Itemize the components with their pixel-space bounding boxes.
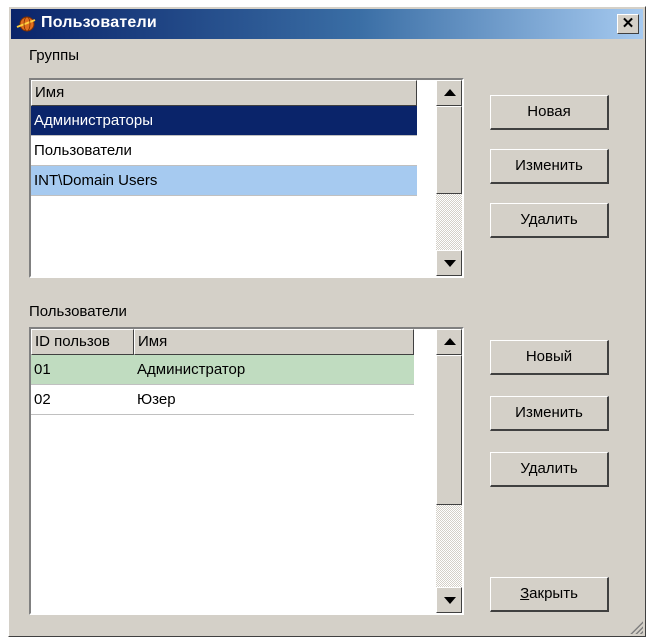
table-row[interactable]: 01 Администратор bbox=[31, 355, 414, 385]
close-icon[interactable]: ✕ bbox=[617, 14, 639, 34]
users-header: ID пользов Имя bbox=[31, 329, 414, 355]
users-scrollbar[interactable] bbox=[436, 329, 462, 613]
close-button[interactable]: Закрыть bbox=[490, 577, 609, 612]
users-list[interactable]: ID пользов Имя 01 Администратор 02 Юзер bbox=[29, 327, 464, 615]
edit-group-button[interactable]: Изменить bbox=[490, 149, 609, 184]
edit-user-button[interactable]: Изменить bbox=[490, 396, 609, 431]
scroll-thumb[interactable] bbox=[436, 106, 462, 194]
users-header-name[interactable]: Имя bbox=[134, 329, 414, 355]
close-label: акрыть bbox=[529, 585, 578, 602]
users-label: Пользователи bbox=[29, 303, 127, 320]
table-row[interactable]: 02 Юзер bbox=[31, 385, 414, 415]
scroll-down-icon[interactable] bbox=[436, 250, 462, 276]
scroll-up-icon[interactable] bbox=[436, 80, 462, 106]
users-dialog: Пользователи ✕ Группы Имя Администраторы… bbox=[8, 6, 646, 637]
close-accel-key: З bbox=[520, 585, 530, 602]
groups-header: Имя bbox=[31, 80, 417, 106]
delete-user-button[interactable]: Удалить bbox=[490, 452, 609, 487]
groups-label: Группы bbox=[29, 47, 79, 64]
groups-list[interactable]: Имя Администраторы Пользователи INT\Doma… bbox=[29, 78, 464, 278]
scroll-down-icon[interactable] bbox=[436, 587, 462, 613]
window-title: Пользователи bbox=[41, 14, 157, 31]
delete-group-button[interactable]: Удалить bbox=[490, 203, 609, 238]
resize-grip-icon[interactable] bbox=[629, 620, 643, 634]
title-bar[interactable]: Пользователи ✕ bbox=[11, 9, 643, 39]
list-item[interactable]: Пользователи bbox=[31, 136, 417, 166]
new-user-button[interactable]: Новый bbox=[490, 340, 609, 375]
app-globe-icon bbox=[16, 16, 36, 32]
list-item[interactable]: Администраторы bbox=[31, 106, 417, 136]
list-item[interactable]: INT\Domain Users bbox=[31, 166, 417, 196]
groups-scrollbar[interactable] bbox=[436, 80, 462, 276]
scroll-up-icon[interactable] bbox=[436, 329, 462, 355]
users-header-id[interactable]: ID пользов bbox=[31, 329, 134, 355]
scroll-thumb[interactable] bbox=[436, 355, 462, 505]
groups-header-name[interactable]: Имя bbox=[31, 80, 417, 106]
new-group-button[interactable]: Новая bbox=[490, 95, 609, 130]
